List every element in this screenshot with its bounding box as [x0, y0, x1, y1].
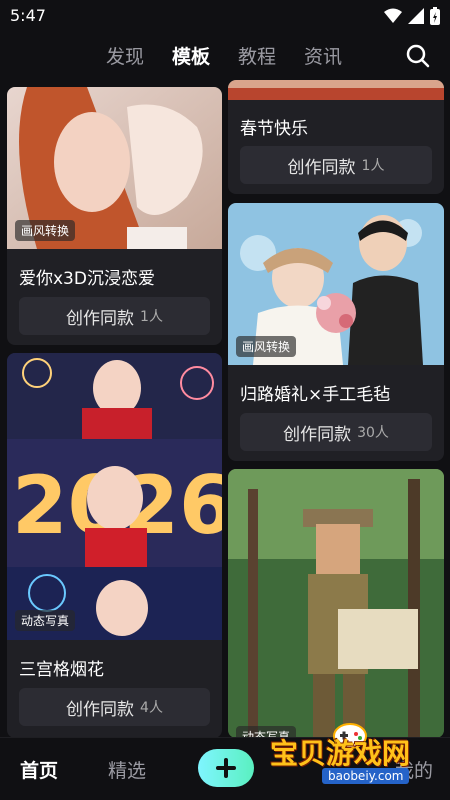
create-label: 创作同款 — [283, 424, 352, 445]
template-card[interactable]: 春节快乐 创作同款 1人 — [228, 80, 444, 194]
card-title: 三宫格烟花 — [19, 660, 104, 680]
watermark-text: 宝贝游戏网 — [270, 737, 411, 770]
creator-count: 1人 — [140, 309, 163, 325]
card-thumbnail: 2026 — [7, 353, 222, 640]
tab-tutorials[interactable]: 教程 — [238, 42, 276, 69]
create-label: 创作同款 — [66, 308, 135, 329]
signal-icon — [408, 8, 424, 24]
template-card[interactable]: 2026 动态写真 三宫格烟花 创作同款 4人 — [7, 353, 222, 738]
style-badge: 画风转换 — [15, 220, 76, 241]
card-title: 归路婚礼×手工毛毡 — [240, 385, 391, 405]
card-title: 爱你x3D沉浸恋爱 — [19, 269, 155, 289]
template-card[interactable]: 画风转换 归路婚礼×手工毛毡 创作同款 30人 — [228, 203, 444, 461]
template-card[interactable]: 动态写真 — [228, 469, 444, 738]
nav-featured[interactable]: 精选 — [108, 756, 146, 783]
tab-discover[interactable]: 发现 — [106, 42, 144, 69]
card-thumbnail — [228, 80, 444, 100]
creator-count: 1人 — [361, 158, 385, 174]
tab-templates[interactable]: 模板 — [172, 42, 210, 69]
creator-count: 4人 — [140, 700, 163, 716]
card-title: 春节快乐 — [240, 119, 308, 139]
style-badge: 画风转换 — [236, 336, 297, 357]
plus-icon — [216, 758, 236, 778]
status-icons — [384, 6, 440, 26]
status-bar: 5:47 — [0, 0, 450, 32]
watermark-logo: 宝贝游戏网 baobeiy.com — [262, 720, 450, 792]
tab-news[interactable]: 资讯 — [304, 42, 342, 69]
search-icon[interactable] — [406, 44, 430, 68]
create-same-button[interactable]: 创作同款 1人 — [19, 297, 210, 335]
create-same-button[interactable]: 创作同款 30人 — [240, 413, 432, 451]
create-plus-button[interactable] — [198, 749, 254, 787]
status-time: 5:47 — [10, 6, 46, 25]
top-nav: 发现 模板 教程 资讯 — [0, 32, 450, 78]
wifi-icon — [384, 8, 402, 23]
template-card[interactable]: 画风转换 爱你x3D沉浸恋爱 创作同款 1人 — [7, 87, 222, 345]
create-label: 创作同款 — [66, 699, 135, 720]
create-same-button[interactable]: 创作同款 1人 — [240, 146, 432, 184]
creator-count: 30人 — [357, 425, 389, 441]
create-label: 创作同款 — [287, 157, 356, 178]
card-thumbnail — [228, 469, 444, 738]
style-badge: 动态写真 — [15, 610, 76, 631]
create-same-button[interactable]: 创作同款 4人 — [19, 688, 210, 726]
battery-icon — [430, 7, 440, 25]
nav-home[interactable]: 首页 — [20, 756, 58, 783]
watermark-url: baobeiy.com — [322, 768, 410, 784]
